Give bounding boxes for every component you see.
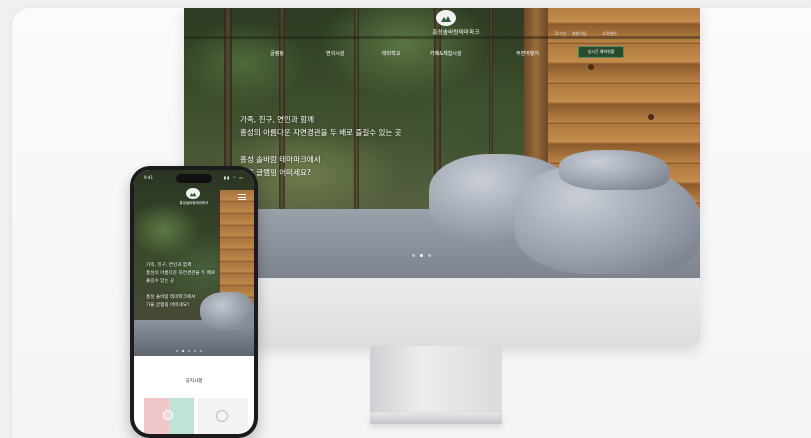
slider-dots[interactable] — [412, 254, 431, 257]
monitor-chin — [184, 276, 700, 346]
slider-dot[interactable] — [182, 350, 184, 352]
menu-item-amenities[interactable]: 편의시설 — [326, 50, 344, 57]
support-link[interactable]: 고객센터 — [602, 31, 617, 37]
slider-dot[interactable] — [194, 350, 196, 352]
mobile-hero-line: 가을 글램핑 어떠세요? — [146, 303, 190, 308]
slider-dot[interactable] — [176, 350, 178, 352]
monitor-stand — [370, 346, 502, 416]
mobile-phone: 9:41 ▮▮ ◠ ▭ 홍성솔바람테마파크 가족, 친구, 연인과 함께 홍성의… — [130, 166, 258, 438]
notice-title: 공지사항 — [185, 379, 203, 384]
logo-icon[interactable] — [436, 10, 456, 26]
site-logo-text[interactable]: 홍성솔바람테마파크 — [416, 28, 496, 36]
signup-link[interactable]: 회원가입 — [572, 31, 587, 37]
hamburger-menu-icon[interactable] — [238, 194, 246, 200]
slider-dot[interactable] — [188, 350, 190, 352]
menu-item-nearby[interactable]: 주변여행지 — [516, 50, 539, 57]
chevron-icon — [216, 410, 228, 422]
hero-text-line: 홍성 솔바람 테마파크에서 — [240, 155, 321, 164]
status-time: 9:41 — [144, 175, 153, 180]
wood-knot — [588, 64, 594, 70]
desktop-screen: 홍성솔바람테마파크 로그인 회원가입 고객센터 글램핑 편의시설 테마학교 카페… — [184, 8, 700, 278]
monitor-stand-base — [370, 412, 502, 424]
mobile-screen: 9:41 ▮▮ ◠ ▭ 홍성솔바람테마파크 가족, 친구, 연인과 함께 홍성의… — [134, 170, 254, 434]
mobile-pillow — [200, 292, 254, 330]
hero-text-line: 홍성의 아름다운 자연경관을 두 배로 즐길수 있는 곳 — [240, 128, 402, 137]
pillow — [559, 150, 669, 190]
slider-dot[interactable] — [428, 254, 431, 257]
realtime-reservation-button[interactable]: 실시간 예약현황 — [578, 46, 624, 58]
phone-notch — [176, 174, 212, 183]
showcase-stage: 홍성솔바람테마파크 로그인 회원가입 고객센터 글램핑 편의시설 테마학교 카페… — [12, 8, 811, 438]
wood-knot — [648, 114, 654, 120]
mobile-logo-text[interactable]: 홍성솔바람테마파크 — [164, 201, 224, 206]
menu-item-cafe[interactable]: 카페&체험시설 — [430, 50, 462, 57]
mobile-slider-dots[interactable] — [176, 350, 202, 352]
slider-dot[interactable] — [200, 350, 202, 352]
mobile-hero-line: 가족, 친구, 연인과 함께 — [146, 263, 192, 268]
status-icons: ▮▮ ◠ ▭ — [223, 175, 244, 180]
logo-icon[interactable] — [186, 188, 200, 199]
slider-dot[interactable] — [420, 254, 423, 257]
menu-item-glamping[interactable]: 글램핑 — [270, 50, 284, 57]
mobile-hero-line: 홍성 솔바람 테마파크에서 — [146, 295, 196, 300]
desktop-monitor: 홍성솔바람테마파크 로그인 회원가입 고객센터 글램핑 편의시설 테마학교 카페… — [184, 8, 700, 346]
slider-dot[interactable] — [412, 254, 415, 257]
hero-text-line: 가족, 친구, 연인과 함께 — [240, 115, 315, 124]
login-link[interactable]: 로그인 — [555, 31, 566, 37]
mobile-hero-line: 홍성의 아름다운 자연경관을 두 배로 — [146, 271, 216, 276]
desktop-nav: 홍성솔바람테마파크 로그인 회원가입 고객센터 글램핑 편의시설 테마학교 카페… — [184, 8, 700, 64]
menu-item-theme-school[interactable]: 테마학교 — [382, 50, 400, 57]
notice-card-icon — [163, 410, 173, 420]
mobile-hero-line: 즐길수 있는 곳 — [146, 279, 175, 284]
